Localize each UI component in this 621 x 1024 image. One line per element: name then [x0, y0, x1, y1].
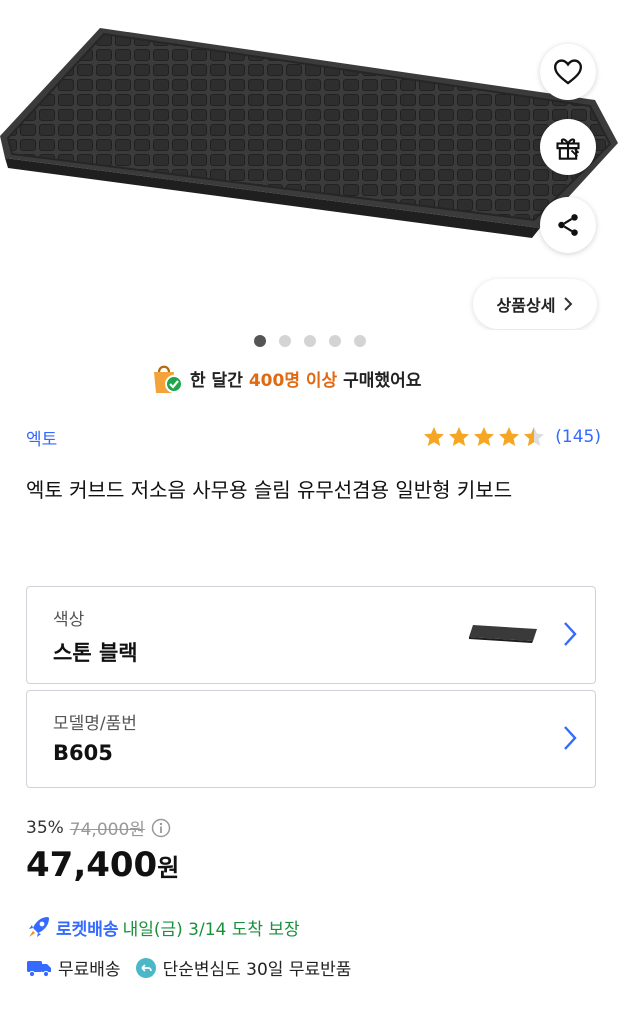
chevron-right-icon: [564, 297, 573, 311]
product-image-gallery[interactable]: 상품상세: [0, 0, 621, 330]
original-price: 74,000원: [69, 820, 145, 840]
product-title: 엑토 커브드 저소음 사무용 슬림 유무선겸용 일반형 키보드: [26, 478, 513, 502]
rocket-icon: [29, 917, 49, 937]
model-option-selector[interactable]: 모델명/품번 B605: [26, 690, 596, 788]
gift-button[interactable]: [540, 119, 596, 175]
product-detail-label: 상품상세: [496, 296, 556, 315]
sale-price: 47,400원: [26, 845, 179, 885]
wishlist-button[interactable]: [540, 44, 596, 100]
gallery-pagination: [254, 335, 366, 347]
rating[interactable]: (145): [422, 425, 601, 449]
gallery-dot-2[interactable]: [279, 335, 291, 347]
share-icon: [558, 214, 578, 236]
star-half-icon: [524, 427, 545, 446]
star-full-icon: [474, 427, 495, 446]
delivery-eta: 내일(금) 3/14 도착 보장: [122, 919, 300, 940]
review-count[interactable]: (145): [555, 427, 601, 447]
chevron-right-icon: [564, 726, 577, 750]
rocket-delivery-row: 로켓배송 내일(금) 3/14 도착 보장: [26, 914, 300, 940]
star-full-icon: [499, 427, 520, 446]
color-option-selector[interactable]: 색상 스톤 블랙: [26, 586, 596, 684]
gallery-dot-3[interactable]: [304, 335, 316, 347]
chevron-right-icon: [564, 622, 577, 646]
shopping-bag-check-icon: [154, 365, 183, 393]
brand-rating-row: 엑토 (145): [26, 424, 601, 450]
discount-row: 35% 74,000원: [26, 815, 171, 840]
star-full-icon: [449, 427, 470, 446]
truck-icon: [27, 960, 51, 977]
purchase-highlight: 400명 이상: [248, 370, 338, 391]
share-button[interactable]: [540, 197, 596, 253]
price-unit: 원: [157, 854, 180, 882]
purchase-count-banner: 한 달간 400명 이상 구매했어요: [150, 361, 421, 395]
heart-icon: [554, 59, 582, 85]
info-icon[interactable]: [151, 818, 171, 838]
return-icon: [135, 957, 156, 978]
free-shipping-label: 무료배송: [58, 960, 121, 980]
purchase-suffix: 구매했어요: [343, 370, 422, 391]
gallery-dot-1[interactable]: [254, 335, 266, 347]
gallery-dot-4[interactable]: [329, 335, 341, 347]
free-returns-label: 단순변심도 30일 무료반품: [162, 960, 352, 980]
free-returns: 단순변심도 30일 무료반품: [135, 955, 352, 980]
sale-price-value: 47,400: [26, 845, 158, 885]
discount-rate: 35%: [26, 817, 64, 838]
star-full-icon: [424, 427, 445, 446]
gift-icon: [556, 138, 580, 160]
color-thumbnail: [469, 625, 537, 643]
product-detail-button[interactable]: 상품상세: [473, 279, 597, 329]
keyboard-product-image: [0, 28, 618, 238]
purchase-prefix: 한 달간: [190, 370, 243, 391]
model-option-label: 모델명/품번: [53, 714, 137, 734]
color-option-value: 스톤 블랙: [53, 641, 138, 665]
brand-link[interactable]: 엑토: [26, 425, 57, 450]
rocket-delivery-label: 로켓배송: [56, 919, 119, 940]
gallery-dot-5[interactable]: [354, 335, 366, 347]
free-shipping: 무료배송: [26, 955, 121, 980]
model-option-value: B605: [53, 741, 113, 765]
shipping-return-row: 무료배송 단순변심도 30일 무료반품: [26, 955, 365, 980]
color-option-label: 색상: [53, 610, 85, 630]
